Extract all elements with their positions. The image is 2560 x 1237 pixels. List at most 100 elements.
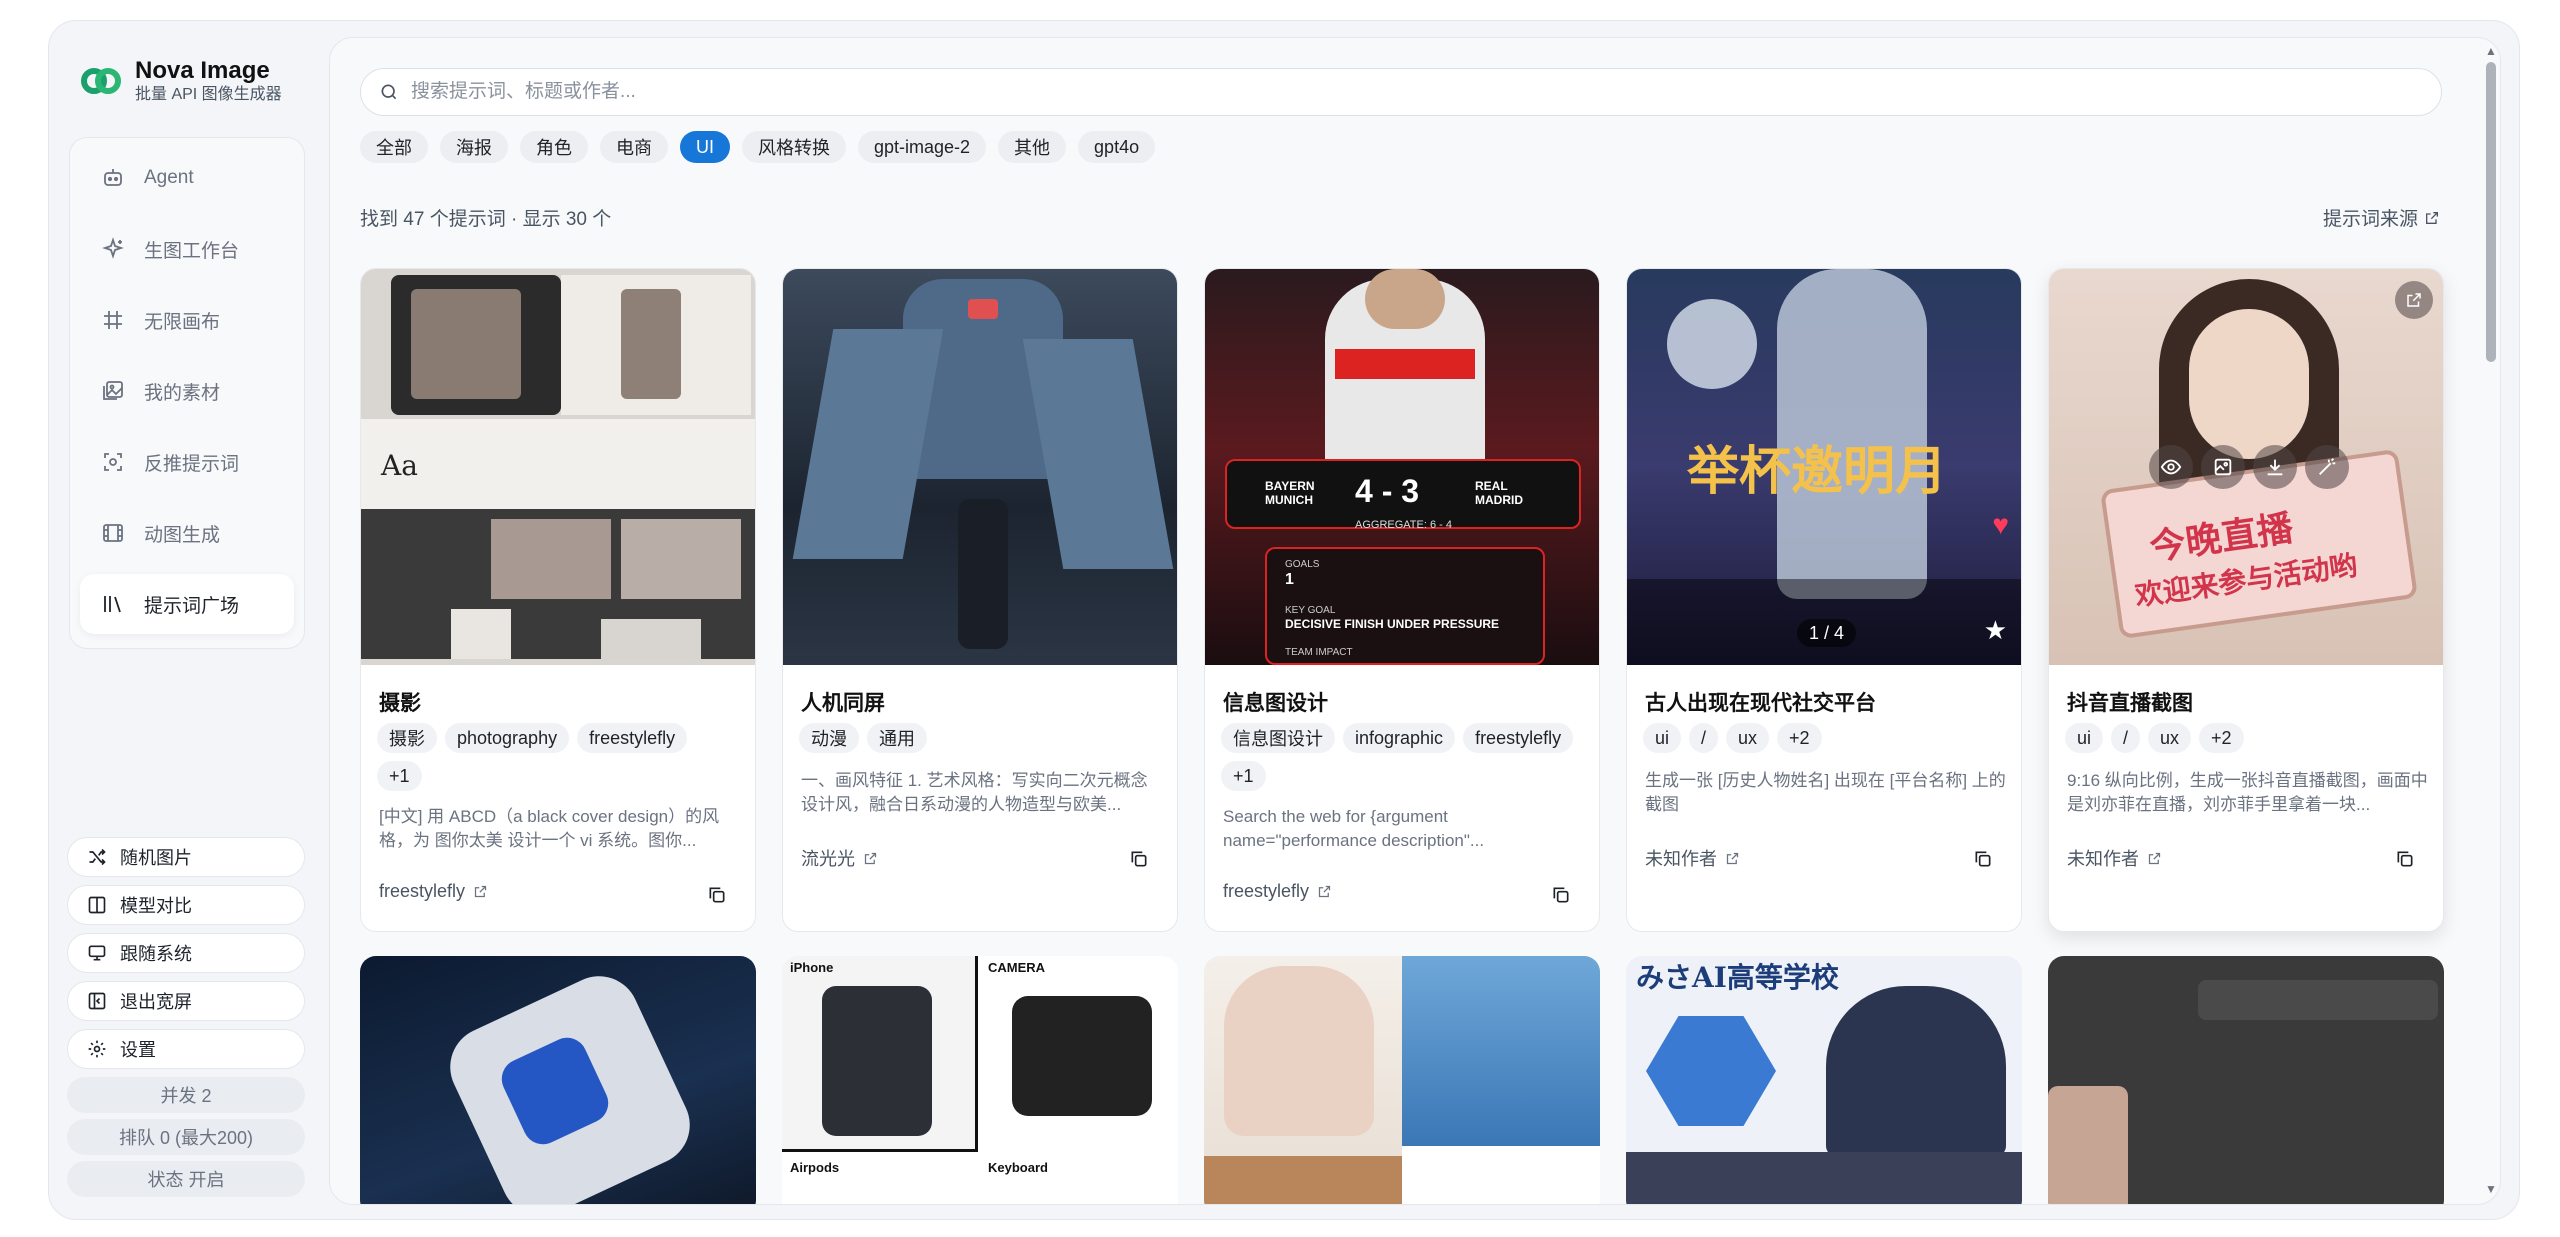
filter-other[interactable]: 其他 (998, 131, 1067, 163)
robot-icon (98, 163, 128, 193)
prompt-source-link[interactable]: 提示词来源 (2323, 204, 2440, 231)
card-image-ancient-social[interactable]: 举杯邀明月 1 / 4 ♥ ★ (1627, 269, 2021, 665)
aggregate-label: AGGREGATE: 6 - 4 (1355, 519, 1452, 531)
tag[interactable]: ux (1726, 723, 1770, 753)
queue-status: 排队 0 (最大200) (67, 1119, 305, 1155)
filter-ui[interactable]: UI (680, 131, 730, 163)
poem-text: 举杯邀明月 (1687, 441, 1948, 502)
brand-title: Nova Image (135, 57, 270, 84)
tag[interactable]: infographic (1343, 723, 1456, 753)
sidebar-item-reverse-prompt[interactable]: 反推提示词 (80, 432, 294, 492)
brand-subtitle: 批量 API 图像生成器 (135, 86, 282, 103)
filter-poster[interactable]: 海报 (440, 131, 508, 163)
tag[interactable]: 通用 (867, 723, 927, 753)
filter-style-transfer[interactable]: 风格转换 (742, 131, 846, 163)
card-title: 摄影 (379, 692, 421, 715)
filter-ecommerce[interactable]: 电商 (600, 131, 668, 163)
tag[interactable]: freestylefly (577, 723, 688, 753)
copy-button[interactable] (2391, 845, 2419, 873)
score-label: 4 - 3 (1355, 473, 1420, 509)
filter-character[interactable]: 角色 (520, 131, 588, 163)
tag[interactable]: ui (1643, 723, 1682, 753)
tag[interactable]: +2 (1777, 723, 1822, 753)
author-name: 未知作者 (1645, 849, 1717, 869)
download-button[interactable] (2253, 445, 2297, 489)
tag[interactable]: 信息图设计 (1221, 723, 1335, 753)
card-image-mecha[interactable] (783, 269, 1177, 665)
card-author-link[interactable]: freestylefly (1223, 881, 1332, 902)
scroll-up-icon[interactable]: ▲ (2484, 44, 2498, 58)
scroll-down-icon[interactable]: ▼ (2484, 1182, 2498, 1196)
prompt-card[interactable]: 举杯邀明月 1 / 4 ♥ ★ 古人出现在现代社交平台 ui / ux +2 生… (1626, 268, 2022, 932)
monitor-icon (86, 942, 108, 964)
sidebar-nav: Agent 生图工作台 无限画布 我的素材 反推提示词 动图生成 提示词广场 (69, 137, 305, 649)
tag[interactable]: ux (2148, 723, 2192, 753)
magic-wand-button[interactable] (2305, 445, 2349, 489)
team1-label: BAYERN MUNICH (1265, 479, 1315, 507)
card-tags: 摄影 photography freestylefly +1 (377, 723, 747, 799)
author-name: 未知作者 (2067, 849, 2139, 869)
search-bar[interactable] (360, 68, 2442, 116)
school-title: みさAI高等学校 (1636, 961, 1839, 994)
filter-chips: 全部 海报 角色 电商 UI 风格转换 gpt-image-2 其他 gpt4o (360, 131, 1167, 163)
sidebar-item-agent[interactable]: Agent (80, 148, 294, 208)
card-image-live-stream[interactable]: 今晚直播 欢迎来参与活动哟 (2049, 269, 2443, 665)
filter-gpt-image-2[interactable]: gpt-image-2 (858, 131, 987, 163)
sidebar-item-prompt-square[interactable]: 提示词广场 (80, 574, 294, 634)
tool-label: 跟随系统 (120, 944, 192, 964)
search-input[interactable] (411, 81, 2311, 103)
external-link-icon (1318, 885, 1331, 898)
copy-icon (1131, 851, 1147, 867)
sidebar-item-label: 生图工作台 (144, 240, 240, 262)
sidebar-item-assets[interactable]: 我的素材 (80, 361, 294, 421)
brand[interactable]: Nova Image 批量 API 图像生成器 (79, 57, 282, 105)
filter-all[interactable]: 全部 (360, 131, 428, 163)
card-author-link[interactable]: 未知作者 (2067, 845, 2162, 871)
card-author-link[interactable]: freestylefly (379, 881, 488, 902)
card-image-vi-system[interactable]: Aa (361, 269, 755, 665)
copy-icon (1975, 851, 1991, 867)
copy-button[interactable] (703, 881, 731, 909)
tag[interactable]: freestylefly (1463, 723, 1574, 753)
scrollbar-thumb[interactable] (2486, 62, 2496, 362)
use-as-reference-button[interactable] (2201, 445, 2245, 489)
card-image-device-diagrams[interactable]: iPhone CAMERA Airpods Keyboard (782, 956, 1178, 1204)
exit-widescreen-button[interactable]: 退出宽屏 (67, 981, 305, 1021)
tag[interactable]: 摄影 (377, 723, 437, 753)
open-external-button[interactable] (2395, 281, 2433, 319)
tag[interactable]: +2 (2199, 723, 2244, 753)
card-image-stream-screenshot[interactable] (2048, 956, 2444, 1204)
tag[interactable]: +1 (377, 761, 422, 791)
card-image-beauty-ads[interactable] (1204, 956, 1600, 1204)
sidebar-item-canvas[interactable]: 无限画布 (80, 290, 294, 350)
prompt-card[interactable]: Aa 摄影 摄影 photography freestylefly +1 [中文… (360, 268, 756, 932)
theme-system-button[interactable]: 跟随系统 (67, 933, 305, 973)
copy-button[interactable] (1125, 845, 1153, 873)
card-image-football-infographic[interactable]: BAYERN MUNICH 4 - 3 REAL MADRID AGGREGAT… (1205, 269, 1599, 665)
tag[interactable]: +1 (1221, 761, 1266, 791)
sidebar-item-gif[interactable]: 动图生成 (80, 503, 294, 563)
copy-button[interactable] (1547, 881, 1575, 909)
card-author-link[interactable]: 流光光 (801, 845, 878, 871)
card-image-gundam[interactable] (360, 956, 756, 1204)
prompt-card[interactable]: BAYERN MUNICH 4 - 3 REAL MADRID AGGREGAT… (1204, 268, 1600, 932)
card-image-school-ad[interactable]: みさAI高等学校 (1626, 956, 2022, 1204)
tool-label: 退出宽屏 (120, 992, 192, 1012)
prompt-card[interactable]: 人机同屏 动漫 通用 一、画风特征 1. 艺术风格：写实向二次元概念设计风，融合… (782, 268, 1178, 932)
prompt-card[interactable]: 今晚直播 欢迎来参与活动哟 抖音直播截图 ui / ux +2 9:16 纵向比… (2048, 268, 2444, 932)
filter-gpt4o[interactable]: gpt4o (1078, 131, 1156, 163)
card-author-link[interactable]: 未知作者 (1645, 845, 1740, 871)
model-compare-button[interactable]: 模型对比 (67, 885, 305, 925)
tag[interactable]: / (1689, 723, 1719, 753)
random-image-button[interactable]: 随机图片 (67, 837, 305, 877)
tag[interactable]: ui (2065, 723, 2104, 753)
copy-button[interactable] (1969, 845, 1997, 873)
tag[interactable]: / (2111, 723, 2141, 753)
external-link-icon (2426, 211, 2438, 224)
settings-button[interactable]: 设置 (67, 1029, 305, 1069)
tag[interactable]: photography (445, 723, 570, 753)
tag[interactable]: 动漫 (799, 723, 859, 753)
card-description: 9:16 纵向比例，生成一张抖音直播截图，画面中是刘亦菲在直播，刘亦菲手里拿着一… (2067, 771, 2428, 814)
sidebar-item-workbench[interactable]: 生图工作台 (80, 219, 294, 279)
preview-button[interactable] (2149, 445, 2193, 489)
